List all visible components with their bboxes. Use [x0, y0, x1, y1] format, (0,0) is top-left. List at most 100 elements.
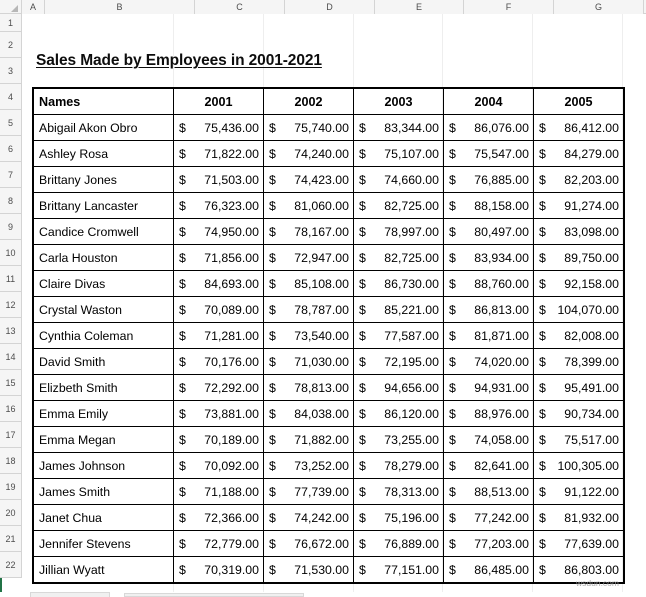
sales-cell-2001[interactable]: $72,366.00 — [173, 504, 264, 531]
sales-cell-2005[interactable]: $82,008.00 — [533, 322, 624, 349]
employee-name-cell[interactable]: Candice Cromwell — [33, 218, 174, 245]
sales-cell-2002[interactable]: $81,060.00 — [263, 192, 354, 219]
sales-cell-2005[interactable]: $77,639.00 — [533, 530, 624, 557]
column-header-c[interactable]: C — [195, 0, 285, 14]
sales-cell-2005[interactable]: $86,803.00 — [533, 556, 624, 583]
sales-cell-2004[interactable]: $81,871.00 — [443, 322, 534, 349]
sales-cell-2001[interactable]: $71,822.00 — [173, 140, 264, 167]
sales-cell-2004[interactable]: $86,813.00 — [443, 296, 534, 323]
employee-name-cell[interactable]: Jillian Wyatt — [33, 556, 174, 583]
sales-cell-2005[interactable]: $92,158.00 — [533, 270, 624, 297]
sales-cell-2001[interactable]: $70,089.00 — [173, 296, 264, 323]
row-header-17[interactable]: 17 — [0, 422, 22, 448]
employee-name-cell[interactable]: Claire Divas — [33, 270, 174, 297]
sales-cell-2001[interactable]: $74,950.00 — [173, 218, 264, 245]
row-header-14[interactable]: 14 — [0, 344, 22, 370]
employee-name-cell[interactable]: James Johnson — [33, 452, 174, 479]
employee-name-cell[interactable]: Cynthia Coleman — [33, 322, 174, 349]
sales-cell-2001[interactable]: $72,779.00 — [173, 530, 264, 557]
sales-cell-2001[interactable]: $84,693.00 — [173, 270, 264, 297]
sales-cell-2001[interactable]: $71,188.00 — [173, 478, 264, 505]
row-header-10[interactable]: 10 — [0, 240, 22, 266]
row-header-11[interactable]: 11 — [0, 266, 22, 292]
sales-cell-2002[interactable]: $74,240.00 — [263, 140, 354, 167]
sales-cell-2004[interactable]: $77,203.00 — [443, 530, 534, 557]
sales-cell-2002[interactable]: $78,787.00 — [263, 296, 354, 323]
sales-cell-2003[interactable]: $94,656.00 — [353, 374, 444, 401]
sales-cell-2001[interactable]: $71,281.00 — [173, 322, 264, 349]
employee-name-cell[interactable]: David Smith — [33, 348, 174, 375]
column-header-d[interactable]: D — [285, 0, 375, 14]
sales-cell-2003[interactable]: $78,279.00 — [353, 452, 444, 479]
sales-cell-2003[interactable]: $74,660.00 — [353, 166, 444, 193]
horizontal-scrollbar-stub[interactable] — [124, 593, 304, 597]
sales-cell-2004[interactable]: $88,760.00 — [443, 270, 534, 297]
sales-cell-2002[interactable]: $78,813.00 — [263, 374, 354, 401]
sales-cell-2003[interactable]: $77,587.00 — [353, 322, 444, 349]
sales-cell-2003[interactable]: $86,730.00 — [353, 270, 444, 297]
sales-cell-2002[interactable]: $84,038.00 — [263, 400, 354, 427]
sales-cell-2003[interactable]: $75,196.00 — [353, 504, 444, 531]
sales-cell-2004[interactable]: $82,641.00 — [443, 452, 534, 479]
sales-cell-2002[interactable]: $71,530.00 — [263, 556, 354, 583]
sales-cell-2004[interactable]: $86,076.00 — [443, 114, 534, 141]
sales-cell-2005[interactable]: $90,734.00 — [533, 400, 624, 427]
sales-cell-2002[interactable]: $75,740.00 — [263, 114, 354, 141]
sales-cell-2001[interactable]: $76,323.00 — [173, 192, 264, 219]
column-header-f[interactable]: F — [464, 0, 554, 14]
sales-cell-2004[interactable]: $88,513.00 — [443, 478, 534, 505]
sales-cell-2001[interactable]: $71,503.00 — [173, 166, 264, 193]
sales-cell-2003[interactable]: $82,725.00 — [353, 192, 444, 219]
row-header-12[interactable]: 12 — [0, 292, 22, 318]
sales-cell-2004[interactable]: $83,934.00 — [443, 244, 534, 271]
sheet-tab-stub[interactable] — [30, 592, 110, 597]
sales-cell-2004[interactable]: $88,158.00 — [443, 192, 534, 219]
sales-cell-2003[interactable]: $75,107.00 — [353, 140, 444, 167]
employee-name-cell[interactable]: Crystal Waston — [33, 296, 174, 323]
sales-cell-2001[interactable]: $70,176.00 — [173, 348, 264, 375]
sales-cell-2005[interactable]: $81,932.00 — [533, 504, 624, 531]
row-header-6[interactable]: 6 — [0, 136, 22, 162]
sales-cell-2004[interactable]: $94,931.00 — [443, 374, 534, 401]
row-header-3[interactable]: 3 — [0, 58, 22, 84]
row-header-1[interactable]: 1 — [0, 14, 22, 32]
select-all-corner[interactable] — [0, 0, 22, 14]
row-header-20[interactable]: 20 — [0, 500, 22, 526]
sales-cell-2001[interactable]: $70,092.00 — [173, 452, 264, 479]
sales-cell-2001[interactable]: $71,856.00 — [173, 244, 264, 271]
sales-cell-2005[interactable]: $78,399.00 — [533, 348, 624, 375]
sales-cell-2002[interactable]: $85,108.00 — [263, 270, 354, 297]
employee-name-cell[interactable]: Janet Chua — [33, 504, 174, 531]
sales-cell-2004[interactable]: $76,885.00 — [443, 166, 534, 193]
sales-cell-2003[interactable]: $72,195.00 — [353, 348, 444, 375]
sales-cell-2002[interactable]: $76,672.00 — [263, 530, 354, 557]
row-header-15[interactable]: 15 — [0, 370, 22, 396]
sales-cell-2002[interactable]: $73,252.00 — [263, 452, 354, 479]
row-header-2[interactable]: 2 — [0, 32, 22, 58]
sales-cell-2002[interactable]: $74,423.00 — [263, 166, 354, 193]
sales-cell-2002[interactable]: $74,242.00 — [263, 504, 354, 531]
employee-name-cell[interactable]: Brittany Jones — [33, 166, 174, 193]
sales-cell-2003[interactable]: $78,997.00 — [353, 218, 444, 245]
sales-cell-2003[interactable]: $85,221.00 — [353, 296, 444, 323]
sales-cell-2003[interactable]: $73,255.00 — [353, 426, 444, 453]
row-header-19[interactable]: 19 — [0, 474, 22, 500]
row-header-18[interactable]: 18 — [0, 448, 22, 474]
sales-cell-2002[interactable]: $78,167.00 — [263, 218, 354, 245]
sales-cell-2005[interactable]: $89,750.00 — [533, 244, 624, 271]
sales-cell-2002[interactable]: $72,947.00 — [263, 244, 354, 271]
sales-cell-2002[interactable]: $71,882.00 — [263, 426, 354, 453]
row-header-4[interactable]: 4 — [0, 84, 22, 110]
employee-name-cell[interactable]: James Smith — [33, 478, 174, 505]
sales-cell-2003[interactable]: $83,344.00 — [353, 114, 444, 141]
row-header-7[interactable]: 7 — [0, 162, 22, 188]
sales-cell-2005[interactable]: $91,274.00 — [533, 192, 624, 219]
column-header-e[interactable]: E — [375, 0, 464, 14]
sales-cell-2004[interactable]: $77,242.00 — [443, 504, 534, 531]
row-header-13[interactable]: 13 — [0, 318, 22, 344]
sales-cell-2005[interactable]: $84,279.00 — [533, 140, 624, 167]
row-header-16[interactable]: 16 — [0, 396, 22, 422]
sales-cell-2001[interactable]: $70,189.00 — [173, 426, 264, 453]
employee-name-cell[interactable]: Jennifer Stevens — [33, 530, 174, 557]
sales-cell-2004[interactable]: $74,020.00 — [443, 348, 534, 375]
